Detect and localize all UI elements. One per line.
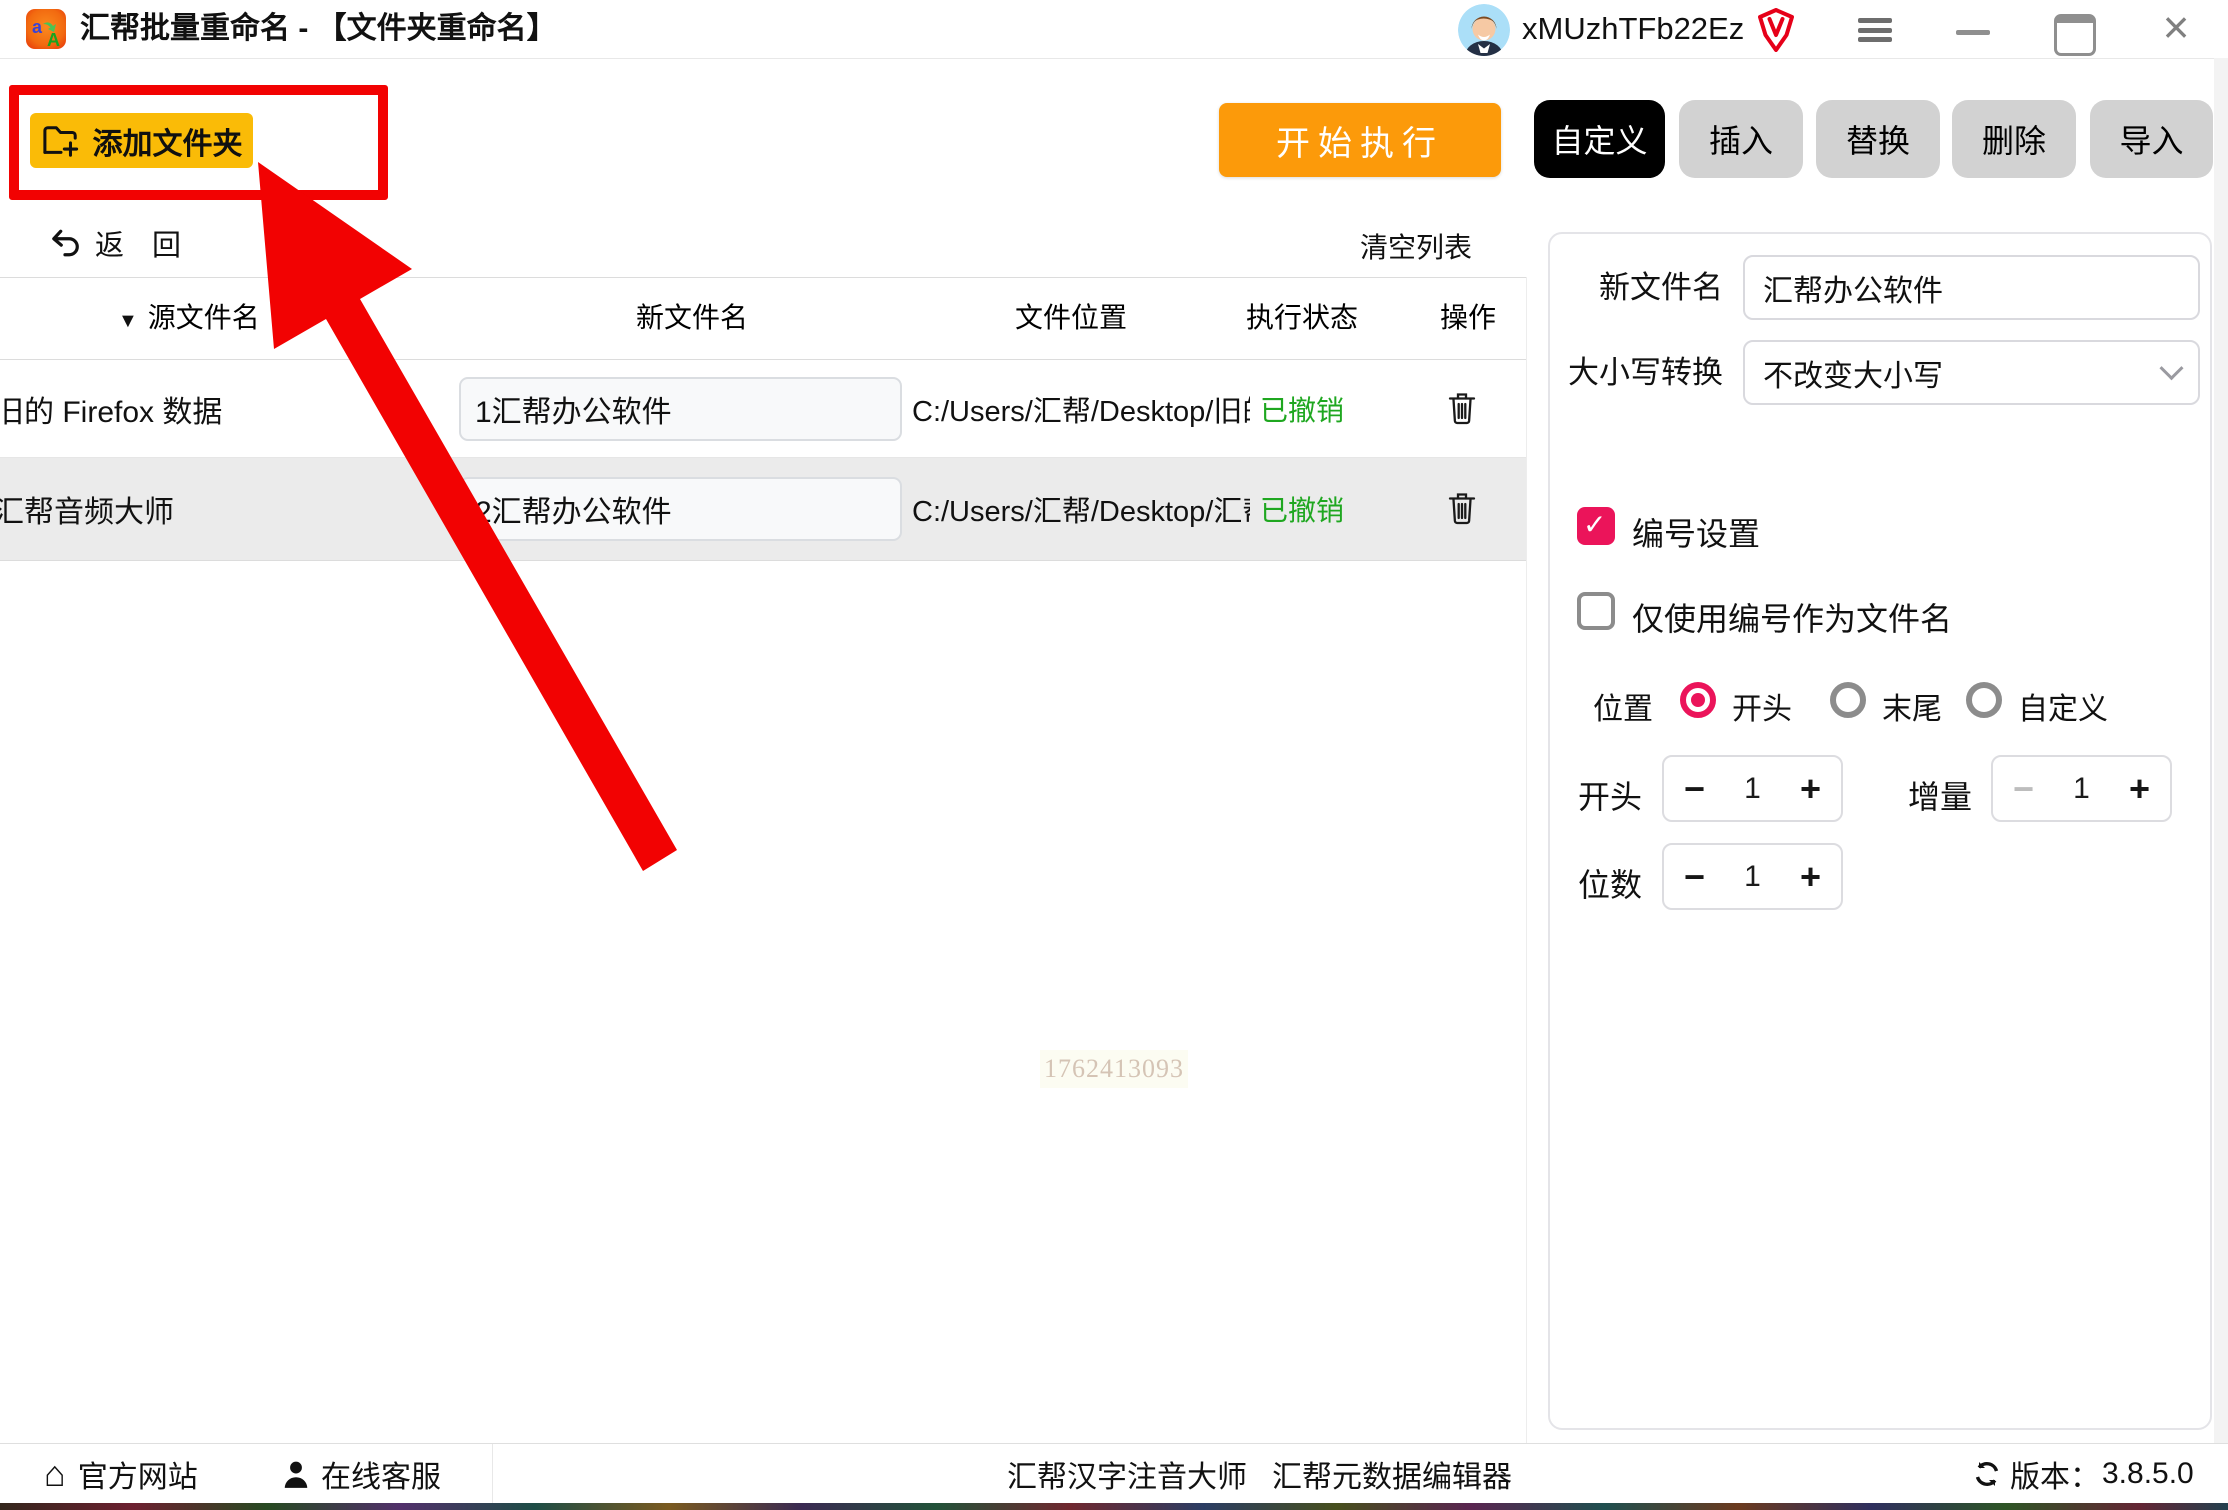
- new-name-label: 新文件名: [1550, 255, 1723, 320]
- add-folder-button[interactable]: 添加文件夹: [30, 113, 253, 168]
- delete-row-icon[interactable]: [1447, 490, 1477, 526]
- version-value: 3.8.5.0: [2102, 1457, 2194, 1491]
- increment-value[interactable]: 1: [2073, 772, 2090, 806]
- table-row: 旧的 Firefox 数据 C:/Users/汇帮/Desktop/旧的 已撤销: [0, 360, 1526, 458]
- version-label: 版本：: [2010, 1452, 2100, 1496]
- username-label: xMUzhTFb22Ez: [1522, 0, 1744, 58]
- numbering-checkbox[interactable]: [1577, 507, 1615, 545]
- panel-new-name-input[interactable]: [1743, 255, 2200, 320]
- minimize-button[interactable]: [1956, 30, 1990, 35]
- source-header-label: 源文件名（2）: [148, 302, 332, 333]
- watermark: 1762413093: [1040, 1050, 1188, 1088]
- start-number-stepper: − 1 +: [1662, 755, 1843, 822]
- folder-plus-icon: [41, 123, 81, 159]
- menu-icon[interactable]: [1858, 18, 1892, 42]
- titlebar: a A 汇帮批量重命名 - 【文件夹重命名】 xMUzhTFb22Ez: [0, 0, 2228, 59]
- status-badge: 已撤销: [1260, 458, 1344, 560]
- divider: [0, 277, 1526, 278]
- clear-list-button[interactable]: 清空列表: [1360, 226, 1472, 266]
- footer-divider: [492, 1444, 493, 1504]
- radio-end-label[interactable]: 末尾: [1882, 684, 1942, 728]
- tab-delete[interactable]: 删除: [1952, 100, 2076, 178]
- file-path: C:/Users/汇帮/Desktop/汇帮: [912, 458, 1250, 560]
- add-folder-label: 添加文件夹: [93, 119, 243, 163]
- delete-row-icon[interactable]: [1447, 390, 1477, 426]
- tab-replace[interactable]: 替换: [1816, 100, 1940, 178]
- maximize-button[interactable]: [2054, 14, 2096, 56]
- increment-stepper: − 1 +: [1991, 755, 2172, 822]
- tab-insert[interactable]: 插入: [1679, 100, 1803, 178]
- radio-position-custom[interactable]: [1966, 682, 2002, 718]
- panel-divider: [1526, 277, 1527, 1443]
- close-button[interactable]: ×: [2146, 0, 2206, 58]
- digits-value[interactable]: 1: [1744, 860, 1761, 894]
- increment-button[interactable]: +: [1800, 859, 1821, 895]
- case-convert-label: 大小写转换: [1550, 340, 1723, 405]
- version-info[interactable]: 版本：3.8.5.0: [1972, 1444, 2194, 1504]
- column-header-newname: 新文件名: [636, 296, 748, 340]
- status-badge: 已撤销: [1260, 360, 1344, 458]
- edge-strip: [2214, 58, 2228, 1443]
- position-label: 位置: [1593, 684, 1653, 728]
- footer: ⌂ 官方网站 在线客服 汇帮汉字注音大师 汇帮元数据编辑器 版本：3.8.5.0: [0, 1443, 2228, 1504]
- only-number-label: 仅使用编号作为文件名: [1632, 594, 1952, 640]
- refresh-icon: [1972, 1459, 2002, 1489]
- column-header-action: 操作: [1440, 296, 1496, 340]
- radio-position-end[interactable]: [1830, 682, 1866, 718]
- online-support-link[interactable]: 在线客服: [283, 1444, 441, 1504]
- increment-label: 增量: [1908, 772, 1972, 818]
- official-site-label: 官方网站: [78, 1452, 198, 1496]
- numbering-label: 编号设置: [1632, 509, 1760, 555]
- divider: [0, 560, 1526, 561]
- app-logo-icon: a A: [26, 9, 66, 49]
- radio-position-start[interactable]: [1680, 682, 1716, 718]
- tab-custom[interactable]: 自定义: [1534, 100, 1665, 178]
- radio-start-label[interactable]: 开头: [1732, 684, 1792, 728]
- user-avatar[interactable]: [1458, 4, 1510, 56]
- window-title: 汇帮批量重命名 - 【文件夹重命名】: [80, 0, 557, 58]
- start-number-value[interactable]: 1: [1744, 772, 1761, 806]
- column-header-location: 文件位置: [1015, 296, 1127, 340]
- back-label: 返 回: [95, 222, 191, 264]
- increment-button[interactable]: +: [2129, 771, 2150, 807]
- source-name: 汇帮音频大师: [0, 458, 174, 560]
- official-site-link[interactable]: ⌂ 官方网站: [44, 1444, 198, 1504]
- home-icon: ⌂: [44, 1456, 66, 1492]
- decrement-button[interactable]: −: [2013, 771, 2034, 807]
- start-execute-button[interactable]: 开始执行: [1219, 103, 1501, 177]
- file-path: C:/Users/汇帮/Desktop/旧的: [912, 360, 1250, 458]
- digits-stepper: − 1 +: [1662, 843, 1843, 910]
- back-button[interactable]: 返 回: [49, 222, 191, 264]
- column-header-source[interactable]: ▼ 源文件名（2）: [118, 296, 331, 340]
- radio-custom-label[interactable]: 自定义: [2018, 684, 2108, 728]
- table-row: 汇帮音频大师 C:/Users/汇帮/Desktop/汇帮 已撤销: [0, 458, 1526, 560]
- chevron-down-icon: [2159, 356, 2183, 380]
- return-arrow-icon: [49, 227, 81, 259]
- start-number-label: 开头: [1578, 772, 1642, 818]
- source-name: 旧的 Firefox 数据: [0, 360, 222, 458]
- tab-import[interactable]: 导入: [2090, 100, 2213, 178]
- digits-label: 位数: [1578, 860, 1642, 906]
- pinyin-app-link[interactable]: 汇帮汉字注音大师: [1007, 1444, 1247, 1504]
- app-window: a A 汇帮批量重命名 - 【文件夹重命名】 xMUzhTFb22Ez: [0, 0, 2228, 1510]
- column-header-status: 执行状态: [1246, 296, 1358, 340]
- screen-edge-strip: [0, 1503, 2228, 1510]
- new-name-input[interactable]: [459, 477, 902, 541]
- person-icon: [283, 1459, 309, 1489]
- case-convert-value: 不改变大小写: [1763, 351, 2163, 395]
- svg-text:A: A: [47, 30, 60, 49]
- decrement-button[interactable]: −: [1684, 859, 1705, 895]
- decrement-button[interactable]: −: [1684, 771, 1705, 807]
- online-support-label: 在线客服: [321, 1452, 441, 1496]
- new-name-input[interactable]: [459, 377, 902, 441]
- only-number-checkbox[interactable]: [1577, 592, 1615, 630]
- increment-button[interactable]: +: [1800, 771, 1821, 807]
- custom-settings-panel: 新文件名 大小写转换 不改变大小写 编号设置 仅使用编号作为文件名 位置 开头 …: [1548, 232, 2212, 1430]
- vip-badge-icon[interactable]: [1758, 8, 1794, 52]
- metadata-app-link[interactable]: 汇帮元数据编辑器: [1272, 1444, 1512, 1504]
- svg-text:a: a: [32, 17, 43, 37]
- sort-desc-icon[interactable]: ▼: [118, 310, 138, 332]
- case-convert-select[interactable]: 不改变大小写: [1743, 340, 2200, 405]
